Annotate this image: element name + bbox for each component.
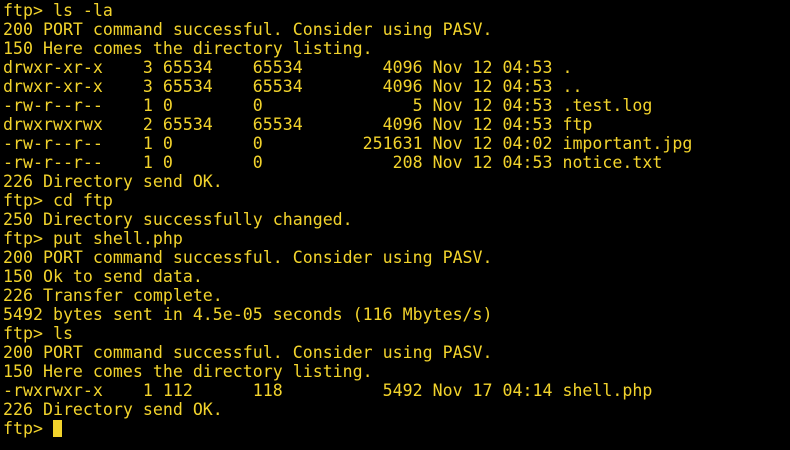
terminal-line: 200 PORT command successful. Consider us…: [3, 343, 493, 362]
terminal-line: 5492 bytes sent in 4.5e-05 seconds (116 …: [3, 305, 493, 324]
terminal-line: 150 Here comes the directory listing.: [3, 362, 373, 381]
directory-listing-row: drwxr-xr-x 3 65534 65534 4096 Nov 12 04:…: [3, 77, 583, 96]
command-input-line[interactable]: ftp>: [3, 419, 790, 438]
directory-listing-row: -rwxrwxr-x 1 112 118 5492 Nov 17 04:14 s…: [3, 381, 653, 400]
terminal-line: ftp> cd ftp: [3, 191, 113, 210]
directory-listing-row: drwxrwxrwx 2 65534 65534 4096 Nov 12 04:…: [3, 115, 593, 134]
terminal-line: 150 Ok to send data.: [3, 267, 203, 286]
terminal-line: ftp> ls: [3, 324, 73, 343]
terminal-window[interactable]: ftp> ls -la 200 PORT command successful.…: [0, 1, 790, 450]
terminal-line: 150 Here comes the directory listing.: [3, 39, 373, 58]
terminal-line: ftp> ls -la: [3, 1, 113, 20]
prompt-label: ftp>: [3, 419, 53, 438]
terminal-line: 250 Directory successfully changed.: [3, 210, 353, 229]
directory-listing-row: drwxr-xr-x 3 65534 65534 4096 Nov 12 04:…: [3, 58, 573, 77]
terminal-line: 226 Transfer complete.: [3, 286, 223, 305]
directory-listing-row: -rw-r--r-- 1 0 0 208 Nov 12 04:53 notice…: [3, 153, 663, 172]
directory-listing-row: -rw-r--r-- 1 0 0 5 Nov 12 04:53 .test.lo…: [3, 96, 653, 115]
terminal-line: 226 Directory send OK.: [3, 400, 223, 419]
text-cursor[interactable]: [52, 420, 62, 437]
terminal-line: 200 PORT command successful. Consider us…: [3, 248, 493, 267]
terminal-line: 226 Directory send OK.: [3, 172, 223, 191]
terminal-line: ftp> put shell.php: [3, 229, 183, 248]
directory-listing-row: -rw-r--r-- 1 0 0 251631 Nov 12 04:02 imp…: [3, 134, 693, 153]
terminal-line: 200 PORT command successful. Consider us…: [3, 20, 493, 39]
